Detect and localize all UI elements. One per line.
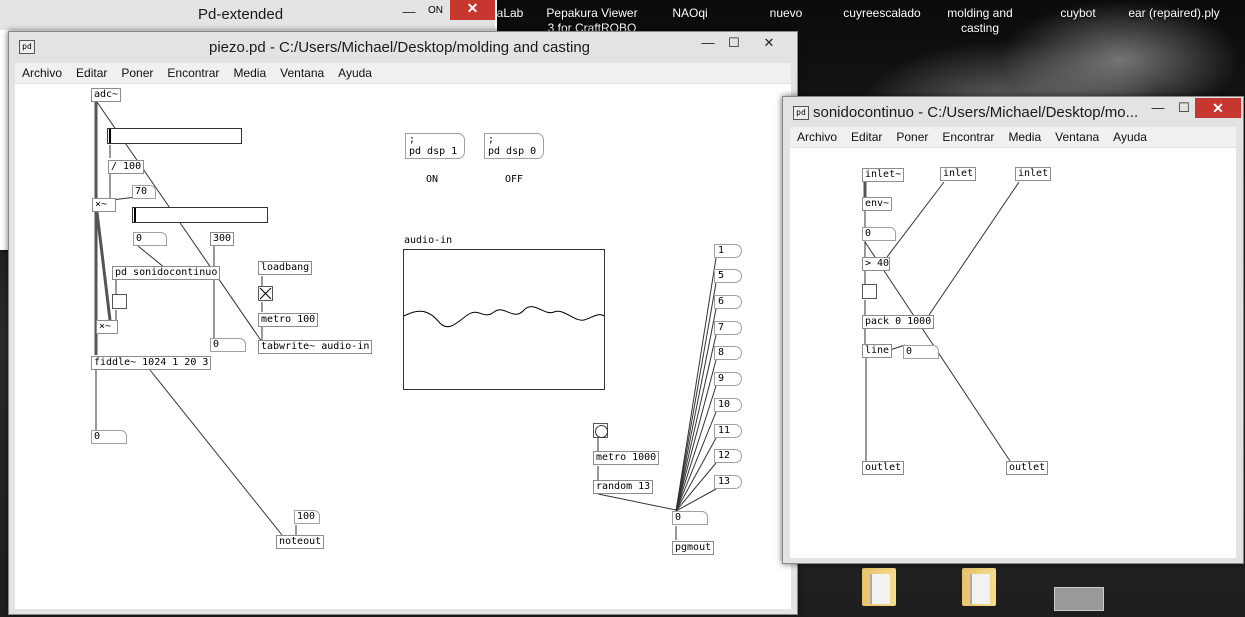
toggle[interactable] <box>862 284 877 299</box>
menu-editar[interactable]: Editar <box>844 127 889 147</box>
metro-1000-object[interactable]: metro 1000 <box>593 451 660 465</box>
program-message[interactable]: 12 <box>714 449 742 463</box>
sonidocontinuo-menubar: Archivo Editar Poner Encontrar Media Ven… <box>790 127 1236 147</box>
pd-app-icon: pd <box>19 40 35 54</box>
on-comment: ON <box>426 174 439 185</box>
toggle[interactable] <box>258 286 273 301</box>
pd-main-title: Pd-extended <box>198 6 284 23</box>
program-message[interactable]: 13 <box>714 475 742 489</box>
dsp-on-message[interactable]: ; pd dsp 1 <box>405 133 465 159</box>
program-message[interactable]: 1 <box>714 244 742 258</box>
network-drive-icon[interactable] <box>1054 587 1104 611</box>
number-box[interactable]: 0 <box>862 227 896 241</box>
bang[interactable] <box>593 423 608 438</box>
menu-ventana[interactable]: Ventana <box>273 63 331 83</box>
desktop-icon-cuyreescalado[interactable]: cuyreescalado <box>832 6 932 21</box>
folder-icon[interactable] <box>962 568 996 606</box>
menu-ayuda[interactable]: Ayuda <box>1106 127 1154 147</box>
number-box[interactable]: 0 <box>210 338 246 352</box>
pgmout-object[interactable]: pgmout <box>672 541 715 555</box>
menu-encontrar[interactable]: Encontrar <box>935 127 1001 147</box>
desktop-icon-naoqi[interactable]: NAOqi <box>640 6 740 21</box>
program-message[interactable]: 7 <box>714 321 742 335</box>
pd-app-icon: pd <box>793 106 809 120</box>
close-button[interactable]: ✕ <box>1195 98 1241 118</box>
noteout-object[interactable]: noteout <box>276 535 325 549</box>
close-button[interactable]: ✕ <box>450 0 495 20</box>
inlet-signal-object[interactable]: inlet~ <box>862 168 905 182</box>
menu-archivo[interactable]: Archivo <box>15 63 69 83</box>
outlet-object[interactable]: outlet <box>862 461 905 475</box>
line-object[interactable]: line <box>862 344 893 358</box>
inlet-object[interactable]: inlet <box>940 167 977 181</box>
number-box[interactable]: 100 <box>294 510 320 524</box>
number-box[interactable]: 70 <box>132 185 156 199</box>
program-message[interactable]: 6 <box>714 295 742 309</box>
menu-encontrar[interactable]: Encontrar <box>160 63 226 83</box>
menu-editar[interactable]: Editar <box>69 63 114 83</box>
outlet-object[interactable]: outlet <box>1006 461 1049 475</box>
number-box[interactable]: 0 <box>133 232 167 246</box>
dsp-on-label: ON <box>428 5 443 16</box>
number-box[interactable]: 0 <box>672 511 708 525</box>
desktop-icon-cuybot[interactable]: cuybot <box>1028 6 1128 21</box>
desktop-icon-ear-repaired[interactable]: ear (repaired).ply <box>1124 6 1224 21</box>
pd-console-edge <box>0 38 8 248</box>
off-comment: OFF <box>505 174 524 185</box>
waveform <box>403 306 605 328</box>
piezo-title: piezo.pd - C:/Users/Michael/Desktop/mold… <box>209 39 591 56</box>
adc-object[interactable]: adc~ <box>91 88 122 102</box>
maximize-button[interactable]: ☐ <box>725 35 743 51</box>
desktop-icon-molding-and-casting[interactable]: molding and casting <box>930 6 1030 36</box>
close-button[interactable]: ✕ <box>757 35 781 51</box>
menu-media[interactable]: Media <box>226 63 273 83</box>
input-hslider[interactable] <box>107 128 242 144</box>
toggle[interactable] <box>112 294 127 309</box>
tabwrite-object[interactable]: tabwrite~ audio-in <box>258 340 373 354</box>
pd-sonidocontinuo-object[interactable]: pd sonidocontinuo <box>112 266 221 280</box>
minimize-button[interactable]: — <box>400 4 418 19</box>
sonidocontinuo-title: sonidocontinuo - C:/Users/Michael/Deskto… <box>813 104 1139 121</box>
toggle-check-icon <box>259 287 272 300</box>
program-message[interactable]: 5 <box>714 269 742 283</box>
number-box[interactable]: 0 <box>91 430 127 444</box>
sonidocontinuo-canvas[interactable] <box>790 148 1236 558</box>
divide-object[interactable]: / 100 <box>108 160 145 174</box>
audio-in-array[interactable] <box>403 249 605 390</box>
fiddle-object[interactable]: fiddle~ 1024 1 20 3 <box>91 356 212 370</box>
pack-object[interactable]: pack 0 1000 <box>862 315 935 329</box>
desktop-icon-nuevo[interactable]: nuevo <box>736 6 836 21</box>
multiply-object[interactable]: ×~ <box>92 198 116 212</box>
loadbang-object[interactable]: loadbang <box>258 261 313 275</box>
program-message[interactable]: 11 <box>714 424 742 438</box>
number-300[interactable]: 300 <box>210 232 235 246</box>
program-message[interactable]: 8 <box>714 346 742 360</box>
program-message[interactable]: 10 <box>714 398 742 412</box>
multiply-object[interactable]: ×~ <box>96 320 118 334</box>
folder-icon[interactable] <box>862 568 896 606</box>
sonidocontinuo-window: pd sonidocontinuo - C:/Users/Michael/Des… <box>782 96 1244 564</box>
menu-poner[interactable]: Poner <box>889 127 935 147</box>
minimize-button[interactable]: — <box>1149 100 1167 115</box>
piezo-menubar: Archivo Editar Poner Encontrar Media Ven… <box>15 63 791 83</box>
metro-100-object[interactable]: metro 100 <box>258 313 319 327</box>
menu-media[interactable]: Media <box>1001 127 1048 147</box>
dsp-off-message[interactable]: ; pd dsp 0 <box>484 133 544 159</box>
inlet-object[interactable]: inlet <box>1015 167 1052 181</box>
gain-hslider[interactable] <box>132 207 268 223</box>
env-object[interactable]: env~ <box>862 197 893 211</box>
number-box[interactable]: 0 <box>903 345 939 359</box>
program-message[interactable]: 9 <box>714 372 742 386</box>
maximize-button[interactable]: ☐ <box>1175 100 1193 116</box>
random-object[interactable]: random 13 <box>593 480 654 494</box>
array-label: audio-in <box>404 235 453 246</box>
minimize-button[interactable]: — <box>699 35 717 50</box>
menu-poner[interactable]: Poner <box>114 63 160 83</box>
menu-ayuda[interactable]: Ayuda <box>331 63 379 83</box>
greater-than-object[interactable]: > 40 <box>862 257 890 271</box>
menu-ventana[interactable]: Ventana <box>1048 127 1106 147</box>
menu-archivo[interactable]: Archivo <box>790 127 844 147</box>
